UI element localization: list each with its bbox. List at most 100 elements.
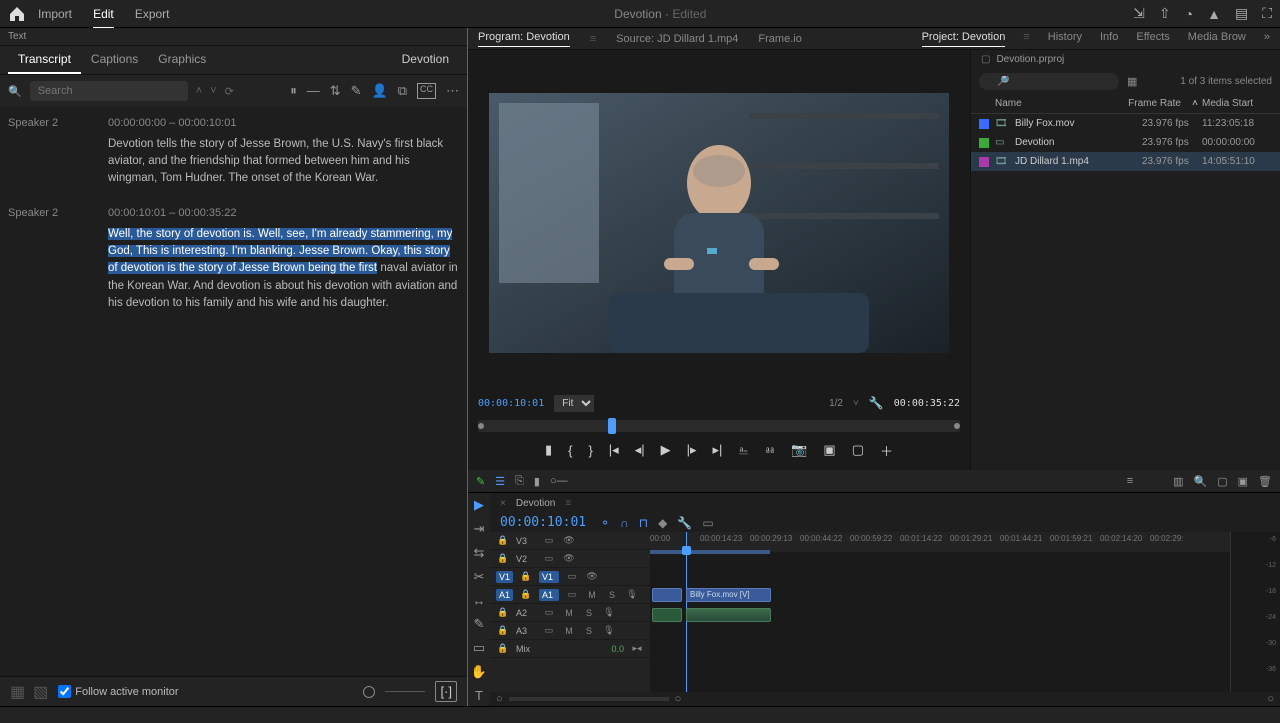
mode-export[interactable]: Export (135, 7, 170, 21)
cc-icon[interactable]: CC (417, 83, 436, 99)
new-bin-icon[interactable]: ▣ (1238, 475, 1248, 488)
pen-tool-icon[interactable]: ✎ (474, 616, 485, 632)
add-marker-icon[interactable]: ◆ (658, 516, 667, 530)
search-bin-icon[interactable]: 🔍 (1194, 475, 1208, 488)
project-row[interactable]: 🎞 Billy Fox.mov 23.976 fps 11:23:05:18 (971, 114, 1280, 133)
mark-in-icon[interactable]: ▮ (545, 442, 552, 458)
link-icon[interactable]: ⎘ (515, 475, 524, 488)
home-icon[interactable] (8, 5, 26, 23)
clip-audio[interactable] (652, 608, 682, 622)
go-out-icon[interactable]: ▸| (713, 442, 723, 458)
info-tab[interactable]: Info (1100, 31, 1118, 47)
search-next[interactable]: ˅ (210, 85, 216, 97)
effects-tab[interactable]: Effects (1136, 31, 1169, 47)
timeline-ruler[interactable]: 00:00 00:00:14:23 00:00:29:13 00:00:44:2… (650, 532, 1230, 552)
search-prev[interactable]: ˄ (196, 85, 202, 97)
segment-text[interactable]: Well, the story of devotion is. Well, se… (108, 228, 458, 309)
share-icon[interactable]: ⇧ (1159, 5, 1171, 22)
filter-icon[interactable]: — (307, 83, 320, 99)
tab-transcript[interactable]: Transcript (8, 46, 81, 74)
extract-icon[interactable]: ⎂ (765, 442, 775, 458)
settings-icon[interactable]: 🔧 (869, 396, 884, 410)
history-tab[interactable]: History (1048, 31, 1082, 47)
workspace-icon[interactable]: ▲ (1207, 6, 1221, 22)
fit-select[interactable]: Fit (554, 395, 594, 412)
new-bin-icon[interactable]: ▦ (1127, 75, 1137, 88)
media-browser-tab[interactable]: Media Brow (1188, 31, 1246, 47)
compare-icon[interactable]: ▣ (823, 442, 835, 458)
snap-icon[interactable]: ⚬ (600, 516, 610, 530)
go-in-icon[interactable]: |◂ (609, 442, 619, 458)
pen-tool-icon[interactable]: ✎ (476, 475, 485, 488)
tab-graphics[interactable]: Graphics (148, 46, 216, 74)
step-fwd-icon[interactable]: |▸ (687, 442, 697, 458)
marker-span-icon[interactable]: ⊓ (639, 516, 648, 530)
transcript-sequence[interactable]: Devotion (392, 46, 459, 74)
segment-timecode[interactable]: 00:00:10:01 – 00:00:35:22 (108, 205, 459, 222)
edit-icon[interactable]: ✎ (351, 83, 362, 99)
col-name[interactable]: Name (995, 98, 1128, 109)
camera-select[interactable]: 1/2 (829, 398, 843, 409)
speaker-label[interactable]: Speaker 2 (8, 205, 108, 312)
search-icon[interactable]: 🔍 (8, 85, 22, 98)
timeline-canvas[interactable]: 00:00 00:00:14:23 00:00:29:13 00:00:44:2… (650, 532, 1230, 692)
play-icon[interactable]: ▶ (661, 442, 671, 458)
follow-monitor-checkbox[interactable]: Follow active monitor (58, 685, 178, 698)
tl-v-zoom[interactable]: ○ (1267, 693, 1274, 705)
clip-video[interactable] (652, 588, 682, 602)
pause-dication-icon[interactable]: ⏸ (290, 83, 297, 99)
selection-tool-icon[interactable]: ▶ (474, 497, 484, 513)
clip-audio[interactable] (686, 608, 771, 622)
tl-zoom-in[interactable]: ○ (675, 693, 682, 705)
program-tc-out[interactable]: 00:00:35:22 (894, 398, 960, 409)
quick-export-icon[interactable]: ⇲ (1133, 5, 1145, 22)
wrap-icon[interactable]: ○— (550, 475, 568, 487)
timeline-sequence-name[interactable]: Devotion (516, 498, 555, 509)
expand-icon[interactable]: [·] (435, 681, 457, 702)
view-toggle-1[interactable]: ▦ (10, 682, 25, 702)
track-select-tool-icon[interactable]: ⇥ (474, 521, 485, 537)
ripple-tool-icon[interactable]: ⇆ (474, 545, 485, 561)
settings-icon[interactable]: 🔧 (677, 516, 692, 530)
project-search[interactable] (979, 73, 1119, 90)
settings-list-icon[interactable]: ≡ (1127, 475, 1133, 488)
col-framerate[interactable]: Frame Rate (1128, 98, 1188, 109)
timeline-timecode[interactable]: 00:00:10:01 (500, 515, 586, 530)
marker-icon[interactable]: ▮ (534, 475, 540, 488)
tab-captions[interactable]: Captions (81, 46, 148, 74)
col-mediastart[interactable]: Media Start (1202, 98, 1272, 109)
mode-edit[interactable]: Edit (93, 7, 114, 29)
cc-toggle-icon[interactable]: ▭ (702, 516, 713, 530)
mode-import[interactable]: Import (38, 7, 72, 21)
project-breadcrumb[interactable]: Devotion.prproj (996, 54, 1064, 65)
source-tab[interactable]: Source: JD Dillard 1.mp4 (616, 33, 738, 45)
timeline-close-icon[interactable]: × (500, 498, 506, 509)
rect-tool-icon[interactable]: ▭ (473, 640, 485, 656)
list-icon[interactable]: ☰ (495, 475, 505, 488)
merge-icon[interactable]: ⧉ (398, 83, 407, 99)
program-tc-in[interactable]: 00:00:10:01 (478, 398, 544, 409)
program-tab[interactable]: Program: Devotion (478, 31, 570, 47)
progress-icon[interactable]: ◔ (1185, 6, 1193, 22)
frameio-tab[interactable]: Frame.io (758, 33, 801, 45)
razor-tool-icon[interactable]: ✂ (474, 569, 485, 585)
zoom-slider[interactable] (363, 686, 375, 698)
bin-view-icon[interactable]: ▥ (1173, 475, 1183, 488)
export-frame-icon[interactable]: 📷 (791, 442, 807, 458)
trash-icon[interactable]: 🗑 (1258, 475, 1272, 488)
project-tab[interactable]: Project: Devotion (922, 31, 1006, 47)
linked-sel-icon[interactable]: ∩ (620, 516, 629, 530)
speaker-label[interactable]: Speaker 2 (8, 115, 108, 187)
hand-tool-icon[interactable]: ✋ (471, 664, 487, 680)
type-tool-icon[interactable]: T (475, 688, 483, 703)
project-row[interactable]: ▭ Devotion 23.976 fps 00:00:00:00 (971, 133, 1280, 152)
add-button-icon[interactable]: ＋ (880, 441, 893, 460)
chat-icon[interactable]: ▤ (1235, 5, 1248, 22)
search-refresh[interactable]: ⟳ (225, 85, 234, 98)
mark-in-bracket[interactable]: { (568, 443, 572, 458)
safe-margin-icon[interactable]: ▢ (852, 442, 864, 458)
segment-text[interactable]: Devotion tells the story of Jesse Brown,… (108, 138, 443, 185)
more-icon[interactable]: ⋯ (446, 83, 459, 99)
mark-out-bracket[interactable]: } (588, 443, 592, 458)
sort-icon[interactable]: ⇅ (330, 83, 341, 99)
